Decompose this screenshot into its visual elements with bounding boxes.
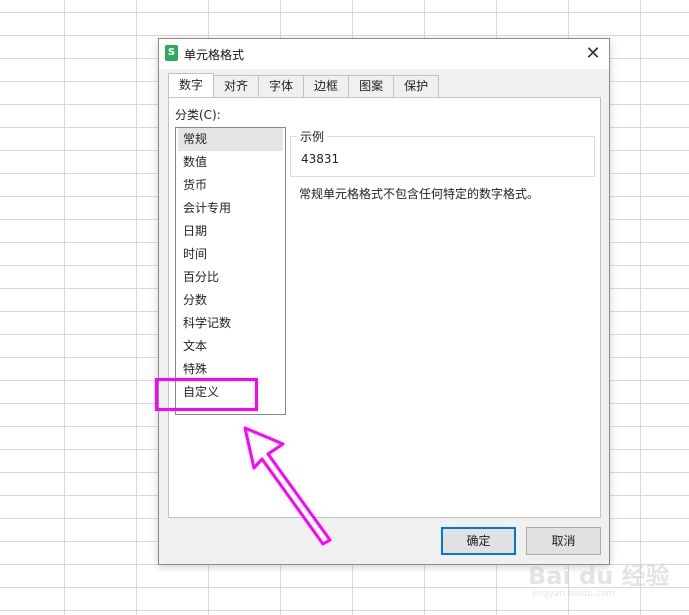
category-item-percentage[interactable]: 百分比 [178,266,283,289]
ok-button[interactable]: 确定 [441,527,516,555]
app-icon: S [165,45,178,61]
sample-group: 43831 [290,136,595,177]
dialog-title: 单元格格式 [184,48,245,62]
number-tab-panel: 分类(C): 常规 数值 货币 会计专用 日期 时间 百分比 分数 科学记数 文… [168,97,601,518]
format-description: 常规单元格格式不包含任何特定的数字格式。 [299,187,540,201]
tab-alignment[interactable]: 对齐 [213,75,260,97]
category-item-currency[interactable]: 货币 [178,174,283,197]
category-item-general[interactable]: 常规 [178,128,283,151]
cancel-button[interactable]: 取消 [526,527,601,555]
category-label: 分类(C): [175,108,221,122]
category-item-time[interactable]: 时间 [178,243,283,266]
category-item-scientific[interactable]: 科学记数 [178,312,283,335]
category-item-special[interactable]: 特殊 [178,358,283,381]
category-item-accounting[interactable]: 会计专用 [178,197,283,220]
tab-strip: 数字 对齐 字体 边框 图案 保护 [168,73,440,97]
sample-value: 43831 [301,152,340,166]
category-list[interactable]: 常规 数值 货币 会计专用 日期 时间 百分比 分数 科学记数 文本 特殊 自定… [175,127,286,415]
tab-pattern[interactable]: 图案 [348,75,395,97]
tab-border[interactable]: 边框 [303,75,350,97]
dialog-titlebar: S 单元格格式 ✕ [159,39,609,69]
cell-format-dialog: S 单元格格式 ✕ 数字 对齐 字体 边框 图案 保护 分类(C): 常规 数值… [158,38,610,565]
tab-font[interactable]: 字体 [258,75,305,97]
category-item-custom[interactable]: 自定义 [178,381,283,404]
sample-legend: 示例 [297,128,328,145]
close-button[interactable]: ✕ [581,42,605,66]
category-item-date[interactable]: 日期 [178,220,283,243]
tab-protection[interactable]: 保护 [393,75,440,97]
category-item-number[interactable]: 数值 [178,151,283,174]
tab-number[interactable]: 数字 [168,73,215,97]
category-item-text[interactable]: 文本 [178,335,283,358]
category-item-fraction[interactable]: 分数 [178,289,283,312]
